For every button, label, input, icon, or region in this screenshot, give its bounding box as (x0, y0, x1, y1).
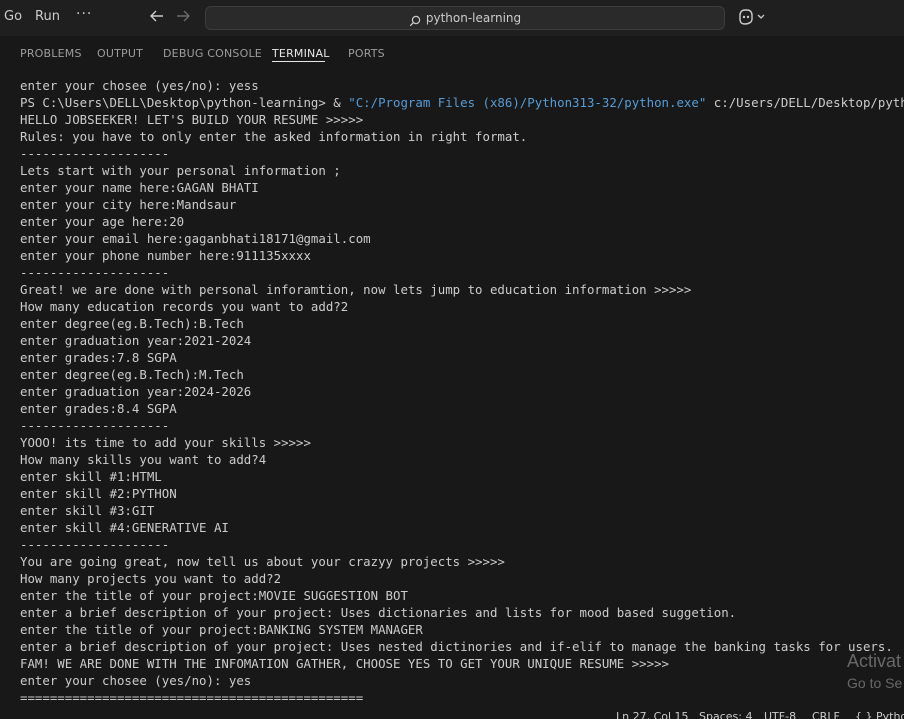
title-bar: Go Run ··· python-learning (0, 0, 904, 37)
terminal-line: HELLO JOBSEEKER! LET'S BUILD YOUR RESUME… (20, 112, 364, 127)
terminal-line: enter skill #3:GIT (20, 503, 155, 518)
terminal-output[interactable]: enter your chosee (yes/no): yess PS C:\Us… (20, 77, 904, 707)
terminal-line: -------------------- (20, 146, 170, 161)
menu-go[interactable]: Go (4, 9, 22, 24)
tab-ports[interactable]: PORTS (348, 47, 385, 60)
terminal-line: enter a brief description of your projec… (20, 639, 893, 654)
tab-terminal[interactable]: TERMINAL (272, 47, 330, 60)
terminal-line: enter the title of your project:MOVIE SU… (20, 588, 408, 603)
tab-output[interactable]: OUTPUT (97, 47, 143, 60)
terminal-line: ========================================… (20, 690, 364, 705)
terminal-line: enter your chosee (yes/no): yes (20, 673, 252, 688)
activation-watermark-title: Activat (847, 651, 902, 671)
status-cursor-position[interactable]: Ln 27, Col 15 (616, 710, 689, 719)
activation-watermark-subtitle: Go to Se (847, 675, 903, 691)
terminal-line: How many projects you want to add?2 (20, 571, 282, 586)
terminal-line: enter your name here:GAGAN BHATI (20, 180, 259, 195)
terminal-line: enter the title of your project:BANKING … (20, 622, 423, 637)
menu-run[interactable]: Run (35, 9, 60, 24)
terminal-line: enter skill #1:HTML (20, 469, 162, 484)
terminal-line: enter your email here:gaganbhati18171@gm… (20, 231, 371, 246)
forward-arrow-icon[interactable] (174, 7, 192, 27)
terminal-argument: c:/Users/DELL/Desktop/python-learn (713, 95, 904, 110)
status-bar: Ln 27, Col 15 Spaces: 4 UTF-8 CRLF { } P… (0, 707, 904, 719)
status-eol[interactable]: CRLF (812, 710, 840, 719)
terminal-string-token: "C:/Program Files (x86)/Python313-32/pyt… (348, 95, 707, 110)
terminal-line: How many education records you want to a… (20, 299, 349, 314)
terminal-line: -------------------- (20, 265, 170, 280)
terminal-line: enter skill #2:PYTHON (20, 486, 177, 501)
back-arrow-icon[interactable] (148, 7, 166, 27)
terminal-line: enter grades:8.4 SGPA (20, 401, 177, 416)
terminal-line: enter your phone number here:911135xxxx (20, 248, 311, 263)
terminal-line: enter skill #4:GENERATIVE AI (20, 520, 229, 535)
terminal-line: FAM! WE ARE DONE WITH THE INFOMATION GAT… (20, 656, 670, 671)
terminal-line: enter graduation year:2024-2026 (20, 384, 252, 399)
terminal-line: How many skills you want to add?4 (20, 452, 267, 467)
tab-debug-console[interactable]: DEBUG CONSOLE (163, 47, 262, 60)
active-tab-indicator (272, 61, 325, 62)
terminal-line: enter a brief description of your projec… (20, 605, 737, 620)
terminal-line: enter graduation year:2021-2024 (20, 333, 252, 348)
terminal-line: enter your city here:Mandsaur (20, 197, 237, 212)
search-icon (409, 12, 421, 27)
status-indentation[interactable]: Spaces: 4 (699, 710, 752, 719)
panel-tabs: PROBLEMS OUTPUT DEBUG CONSOLE TERMINAL P… (0, 36, 904, 70)
copilot-icon[interactable] (737, 8, 767, 26)
terminal-line: enter degree(eg.B.Tech):B.Tech (20, 316, 244, 331)
more-menu-icon[interactable]: ··· (76, 6, 92, 22)
terminal-line: enter your chosee (yes/no): yess (20, 78, 259, 93)
terminal-line: PS C:\Users\DELL\Desktop\python-learning… (20, 94, 904, 111)
terminal-line: Lets start with your personal informatio… (20, 163, 341, 178)
terminal-line: Great! we are done with personal inforam… (20, 282, 692, 297)
status-encoding[interactable]: UTF-8 (764, 710, 796, 719)
terminal-line: -------------------- (20, 418, 170, 433)
terminal-line: -------------------- (20, 537, 170, 552)
terminal-prompt: PS C:\Users\DELL\Desktop\python-learning… (20, 95, 349, 110)
terminal-line: Rules: you have to only enter the asked … (20, 129, 528, 144)
terminal-line: enter degree(eg.B.Tech):M.Tech (20, 367, 244, 382)
tab-problems[interactable]: PROBLEMS (20, 47, 82, 60)
terminal-line: enter your age here:20 (20, 214, 185, 229)
terminal-line: You are going great, now tell us about y… (20, 554, 505, 569)
command-center-search[interactable]: python-learning (205, 6, 725, 30)
terminal-line: enter grades:7.8 SGPA (20, 350, 177, 365)
status-language[interactable]: { } Python (855, 710, 904, 719)
terminal-line: YOOO! its time to add your skills >>>>> (20, 435, 311, 450)
search-text: python-learning (425, 11, 522, 25)
